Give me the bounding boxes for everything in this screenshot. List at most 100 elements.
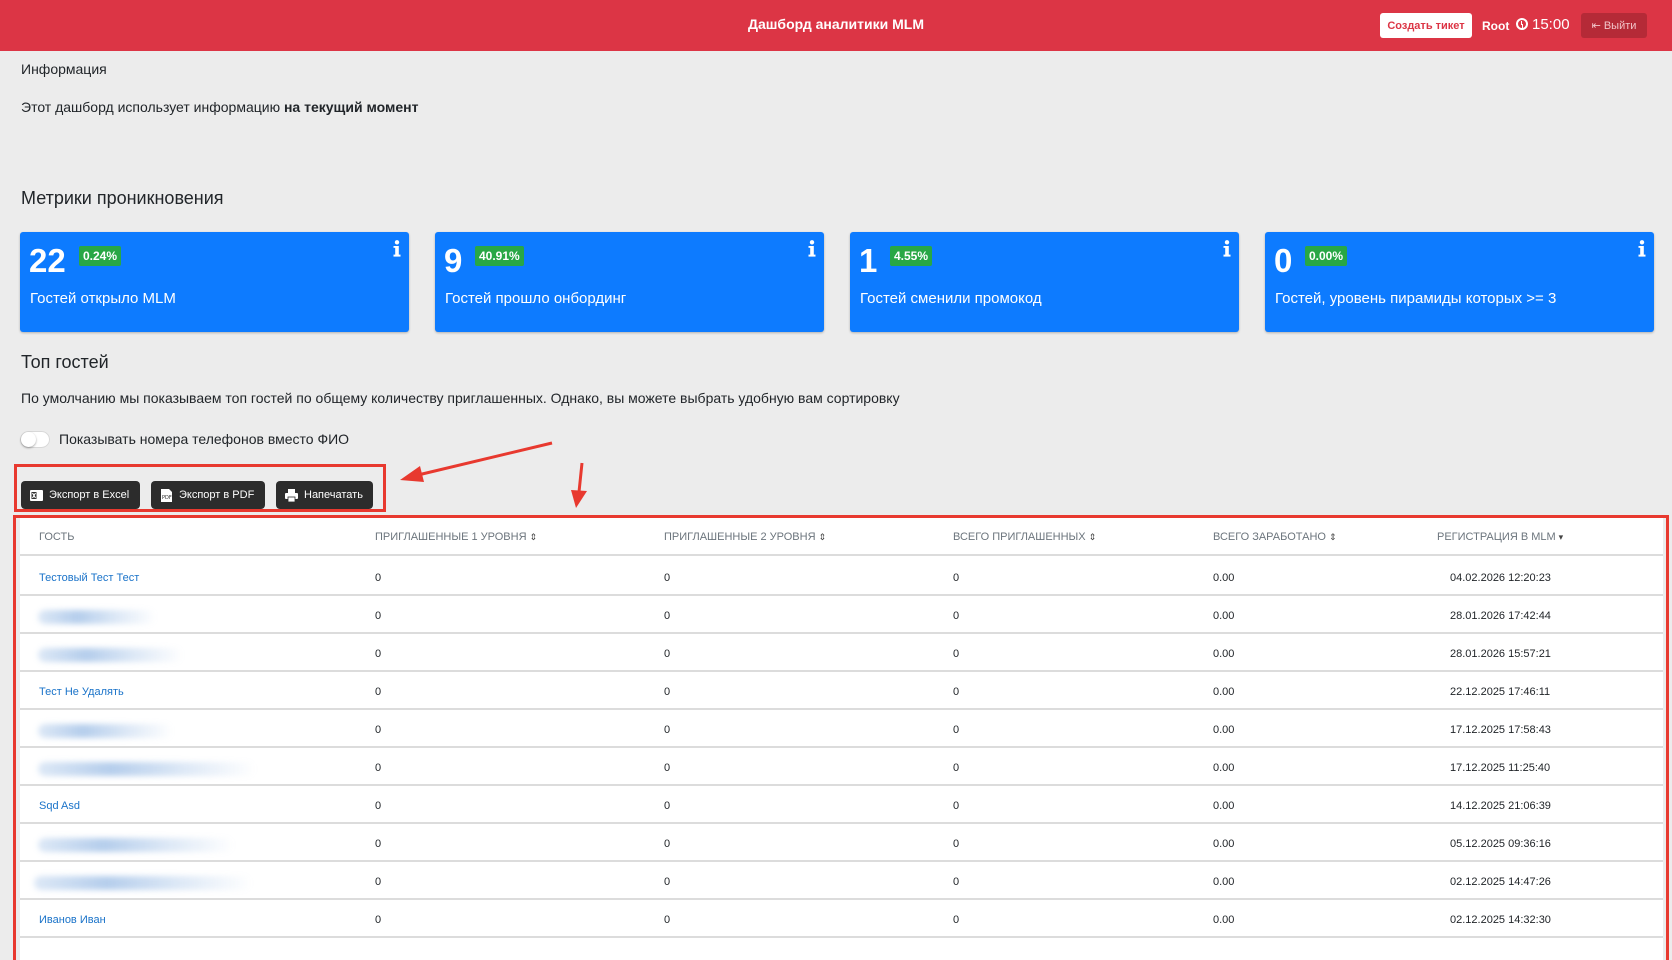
cell-level1: 0 [375, 838, 382, 850]
info-icon[interactable] [808, 240, 816, 257]
cell-registration: 17.12.2025 11:25:40 [1450, 762, 1551, 774]
metric-card-opened: 22 0.24% Гостей открыло MLM [20, 232, 409, 332]
cell-total: 0 [953, 838, 960, 850]
info-icon[interactable] [1223, 240, 1231, 257]
guest-link-blurred[interactable] [38, 610, 156, 624]
info-icon[interactable] [1638, 240, 1646, 257]
cell-earned: 0.00 [1213, 686, 1235, 698]
table-row: Тестовый Тест Тест 0 0 0 0.00 04.02.2026… [20, 558, 1663, 596]
cell-level1: 0 [375, 610, 382, 622]
guest-link[interactable]: Тестовый Тест Тест [39, 572, 139, 584]
top-guests-table: Гость Приглашенные 1 уровня ⇕ Приглашенны… [20, 518, 1663, 960]
guest-link[interactable]: Sqd Asd [39, 800, 80, 812]
guest-link-blurred[interactable] [38, 724, 173, 738]
metric-label: Гостей, уровень пирамиды которых >= 3 [1275, 290, 1557, 307]
cell-earned: 0.00 [1213, 724, 1235, 736]
cell-earned: 0.00 [1213, 648, 1235, 660]
column-header-level2[interactable]: Приглашенные 2 уровня ⇕ [664, 531, 826, 543]
table-row: Иванов Иван 0 0 0 0.00 02.12.2025 14:32:… [20, 900, 1663, 938]
guest-link-blurred[interactable] [38, 762, 256, 776]
export-pdf-button[interactable]: PDF Экспорт в PDF [151, 481, 265, 509]
table-row: 0 0 0 0.00 17.12.2025 11:25:40 [20, 748, 1663, 786]
cell-total: 0 [953, 800, 960, 812]
sort-desc-icon: ▾ [1558, 532, 1564, 542]
column-header-label: Всего заработано [1213, 531, 1326, 543]
metric-value: 0 [1274, 242, 1293, 279]
cell-level1: 0 [375, 800, 382, 812]
sort-icon: ⇕ [1088, 532, 1097, 542]
info-icon[interactable] [393, 240, 401, 257]
print-icon [285, 488, 298, 502]
cell-level2: 0 [664, 610, 671, 622]
clock-time: 15:00 [1532, 16, 1570, 33]
cell-total: 0 [953, 724, 960, 736]
sort-icon: ⇕ [1328, 532, 1337, 542]
table-row: 0 0 0 0.00 17.12.2025 17:58:43 [20, 710, 1663, 748]
info-text: Этот дашборд использует информацию на те… [21, 99, 418, 115]
cell-earned: 0.00 [1213, 876, 1235, 888]
column-header-earned[interactable]: Всего заработано ⇕ [1213, 531, 1337, 543]
sort-icon: ⇕ [818, 532, 827, 542]
cell-level2: 0 [664, 648, 671, 660]
table-row-partial [20, 938, 1663, 960]
cell-earned: 0.00 [1213, 800, 1235, 812]
info-text-bold: на текущий момент [283, 99, 419, 115]
arrow-to-export [400, 441, 553, 482]
cell-total: 0 [953, 914, 960, 926]
user-name[interactable]: Root [1482, 19, 1509, 33]
guest-link-blurred[interactable] [38, 838, 234, 852]
metric-label: Гостей открыло MLM [30, 290, 176, 307]
create-ticket-button[interactable]: Создать тикет [1380, 13, 1472, 38]
cell-total: 0 [953, 876, 960, 888]
guest-link-blurred[interactable] [38, 648, 183, 662]
cell-level1: 0 [375, 572, 382, 584]
metric-value: 22 [29, 242, 66, 279]
cell-registration: 28.01.2026 15:57:21 [1450, 648, 1551, 660]
metric-percent-badge: 4.55% [890, 246, 933, 266]
cell-total: 0 [953, 686, 960, 698]
logout-button[interactable]: ⇤ Выйти [1581, 13, 1647, 38]
cell-level1: 0 [375, 914, 382, 926]
clock-icon [1516, 18, 1528, 30]
toggle-knob [21, 432, 36, 447]
logout-label: Выйти [1603, 20, 1637, 32]
guest-link-blurred[interactable] [34, 876, 252, 890]
cell-earned: 0.00 [1213, 838, 1235, 850]
column-header-label: Гость [39, 531, 75, 543]
cell-level2: 0 [664, 686, 671, 698]
column-header-registration[interactable]: Регистрация в MLM ▾ [1437, 531, 1563, 543]
table-header: Гость Приглашенные 1 уровня ⇕ Приглашенны… [20, 518, 1663, 556]
guest-link[interactable]: Иванов Иван [39, 914, 106, 926]
cell-level2: 0 [664, 914, 671, 926]
logout-icon: ⇤ [1591, 20, 1601, 32]
cell-earned: 0.00 [1213, 610, 1235, 622]
metric-card-promocode: 1 4.55% Гостей сменили промокод [850, 232, 1239, 332]
print-button[interactable]: Напечатать [276, 481, 373, 509]
column-header-label: Всего приглашенных [953, 531, 1086, 543]
svg-text:PDF: PDF [162, 495, 172, 501]
column-header-level1[interactable]: Приглашенные 1 уровня ⇕ [375, 531, 537, 543]
cell-level2: 0 [664, 800, 671, 812]
table-row: 0 0 0 0.00 28.01.2026 17:42:44 [20, 596, 1663, 634]
print-label: Напечатать [304, 489, 363, 501]
cell-total: 0 [953, 610, 960, 622]
guest-link[interactable]: Тест Не Удалять [39, 686, 124, 698]
cell-earned: 0.00 [1213, 914, 1235, 926]
table-row: 0 0 0 0.00 02.12.2025 14:47:26 [20, 862, 1663, 900]
cell-level2: 0 [664, 762, 671, 774]
cell-level1: 0 [375, 686, 382, 698]
column-header-guest[interactable]: Гость [39, 531, 74, 543]
column-header-total[interactable]: Всего приглашенных ⇕ [953, 531, 1096, 543]
cell-level1: 0 [375, 762, 382, 774]
top-guests-description: По умолчанию мы показываем топ гостей по… [21, 390, 900, 406]
metric-value: 1 [859, 242, 878, 279]
cell-level2: 0 [664, 838, 671, 850]
cell-total: 0 [953, 572, 960, 584]
phone-toggle-switch[interactable] [20, 431, 50, 448]
export-pdf-label: Экспорт в PDF [179, 489, 255, 501]
metric-card-onboarding: 9 40.91% Гостей прошло онбординг [435, 232, 824, 332]
metric-card-pyramid: 0 0.00% Гостей, уровень пирамиды которых… [1265, 232, 1654, 332]
pdf-icon: PDF [161, 488, 172, 502]
cell-level1: 0 [375, 876, 382, 888]
export-excel-button[interactable]: Экспорт в Excel [21, 481, 140, 509]
